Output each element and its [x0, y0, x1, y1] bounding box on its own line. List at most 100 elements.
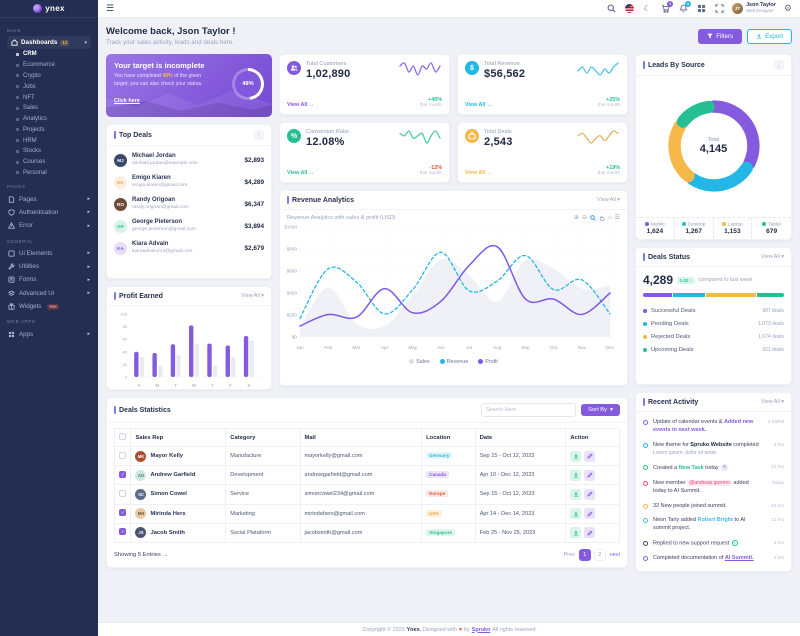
target-click-here-link[interactable]: Click here: [114, 98, 140, 104]
activity-item[interactable]: Replied to new support request ☺4 hrs: [643, 537, 784, 552]
main-content: Welcome back, Json Taylor ! Track your s…: [98, 18, 800, 622]
kebab-menu-icon[interactable]: ⋮: [254, 130, 264, 140]
column-header[interactable]: Mail: [300, 429, 422, 447]
export-button[interactable]: Export: [747, 29, 792, 44]
search-icon[interactable]: [606, 4, 616, 14]
cart-icon[interactable]: 5: [660, 4, 670, 14]
activity-item[interactable]: New theme for Spruko Website completedLo…: [643, 439, 784, 461]
sidebar-item-jobs[interactable]: Jobs: [7, 81, 91, 92]
sidebar-item-crm[interactable]: CRM: [7, 49, 91, 60]
us-flag-icon[interactable]: [624, 4, 634, 14]
view-all-dropdown[interactable]: View All ▾: [241, 293, 264, 299]
user-profile[interactable]: JT Json Taylor Web Designer: [732, 3, 776, 14]
view-all-link[interactable]: View All →: [287, 102, 314, 108]
row-checkbox[interactable]: [119, 452, 126, 459]
timeline-dot: [643, 541, 648, 546]
sidebar-item-ecommerce[interactable]: Ecommerce: [7, 60, 91, 71]
sidebar-item-nft[interactable]: NFT: [7, 92, 91, 103]
sidebar-item-crypto[interactable]: Crypto: [7, 71, 91, 82]
sidebar-item-courses[interactable]: Courses: [7, 157, 91, 168]
edit-button[interactable]: [584, 470, 595, 481]
sidebar-item-apps[interactable]: Apps▸: [7, 327, 91, 340]
activity-item[interactable]: Created a New Task today +22 hrs: [643, 461, 784, 477]
table-row: MHMirinda Hers Marketing mirindahers@gma…: [115, 504, 620, 523]
sidebar-item-error[interactable]: Error▸: [7, 219, 91, 232]
hamburger-menu-icon[interactable]: ☰: [106, 4, 114, 13]
download-button[interactable]: [570, 470, 581, 481]
activity-item[interactable]: Completed documentation of AI Summit.4 h…: [643, 552, 784, 567]
activity-item[interactable]: New member @andreas gurrero added today …: [643, 477, 784, 500]
edit-button[interactable]: [584, 451, 595, 462]
pagination-page-2[interactable]: 2: [594, 549, 606, 561]
activity-item[interactable]: Update of calendar events & Added new ev…: [643, 416, 784, 439]
view-all-link[interactable]: View All →: [287, 170, 314, 176]
legend-item[interactable]: Profit: [478, 359, 498, 365]
download-button[interactable]: [570, 489, 581, 500]
sidebar-item-hrm[interactable]: HRM: [7, 135, 91, 146]
sidebar-item-ui-elements[interactable]: Ui Elements▸: [7, 247, 91, 260]
column-header[interactable]: Location: [422, 429, 476, 447]
edit-button[interactable]: [584, 489, 595, 500]
pagination-page-1[interactable]: 1: [579, 549, 591, 561]
edit-button[interactable]: [584, 508, 595, 519]
dashboards-count-badge: 12: [60, 40, 69, 46]
download-button[interactable]: [570, 451, 581, 462]
sidebar-item-personal[interactable]: Personal: [7, 168, 91, 179]
view-all-dropdown[interactable]: View All ▾: [761, 254, 784, 260]
sort-by-button[interactable]: Sort By▾: [581, 404, 620, 416]
logo-text: ynex: [45, 4, 64, 13]
sidebar-item-sales[interactable]: Sales: [7, 103, 91, 114]
row-checkbox[interactable]: [119, 471, 126, 478]
logo[interactable]: ynex: [0, 0, 98, 18]
column-header[interactable]: Sales Rep: [131, 429, 226, 447]
bullet-icon: [16, 96, 19, 99]
spruko-link[interactable]: Spruko: [472, 627, 491, 633]
sidebar-item-utilities[interactable]: Utilities▸: [7, 260, 91, 273]
edit-button[interactable]: [584, 527, 595, 538]
sidebar-item-pages[interactable]: Pages▸: [7, 192, 91, 205]
table-search-input[interactable]: [481, 403, 576, 417]
pagination-prev[interactable]: Prev: [564, 552, 575, 558]
sidebar-item-forms[interactable]: Forms▸: [7, 273, 91, 286]
select-all-checkbox[interactable]: [119, 433, 126, 440]
activity-item[interactable]: 32 New people joined summit.22 hrs: [643, 499, 784, 514]
sidebar-item-advanced-ui[interactable]: Advanced Ui▸: [7, 287, 91, 300]
stat-card-total-revenue: $ Total Revenue $56,562 View All → +25% …: [457, 54, 628, 115]
download-button[interactable]: [570, 508, 581, 519]
fullscreen-icon[interactable]: [714, 4, 724, 14]
sidebar-item-analytics[interactable]: Analytics: [7, 114, 91, 125]
apps-grid-icon[interactable]: [696, 4, 706, 14]
column-header[interactable]: Date: [475, 429, 566, 447]
svg-text:W: W: [192, 383, 197, 388]
activity-item[interactable]: Neon Tarly added Robert Bright to AI sum…: [643, 514, 784, 537]
view-all-dropdown[interactable]: View All ▾: [761, 399, 784, 405]
download-button[interactable]: [570, 527, 581, 538]
sidebar-item-stocks[interactable]: Stocks: [7, 146, 91, 157]
sidebar-item-dashboards[interactable]: Dashboards12▾: [7, 36, 91, 49]
column-header[interactable]: Action: [566, 429, 620, 447]
bullet-icon: [16, 161, 19, 164]
sidebar-item-authentication[interactable]: Authentication▸: [7, 206, 91, 219]
sidebar-item-widgets[interactable]: WidgetsHot: [7, 300, 91, 313]
kebab-menu-icon[interactable]: ⋮: [774, 60, 784, 70]
location-badge: Germany: [426, 452, 452, 459]
view-all-link[interactable]: View All →: [465, 170, 492, 176]
view-all-link[interactable]: View All →: [465, 102, 492, 108]
row-checkbox[interactable]: [119, 490, 126, 497]
filters-button[interactable]: Filters: [698, 29, 742, 44]
svg-text:Mar: Mar: [352, 345, 360, 350]
card-title: Profit Earned: [114, 292, 163, 300]
sidebar-item-projects[interactable]: Projects: [7, 124, 91, 135]
legend-item[interactable]: Sales: [409, 359, 430, 365]
pagination-next[interactable]: next: [610, 552, 620, 558]
moon-icon[interactable]: ☾: [642, 4, 652, 14]
gear-icon[interactable]: ⚙: [784, 3, 792, 14]
row-checkbox[interactable]: [119, 509, 126, 516]
avatar: MJ: [114, 154, 127, 167]
bell-icon[interactable]: 6: [678, 4, 688, 14]
sidebar-nav: MAINDashboards12▾CRMEcommerceCryptoJobsN…: [0, 18, 98, 636]
legend-item[interactable]: Revenue: [440, 359, 469, 365]
view-all-dropdown[interactable]: View All ▾: [597, 197, 620, 203]
row-checkbox[interactable]: [119, 528, 126, 535]
column-header[interactable]: Category: [226, 429, 300, 447]
